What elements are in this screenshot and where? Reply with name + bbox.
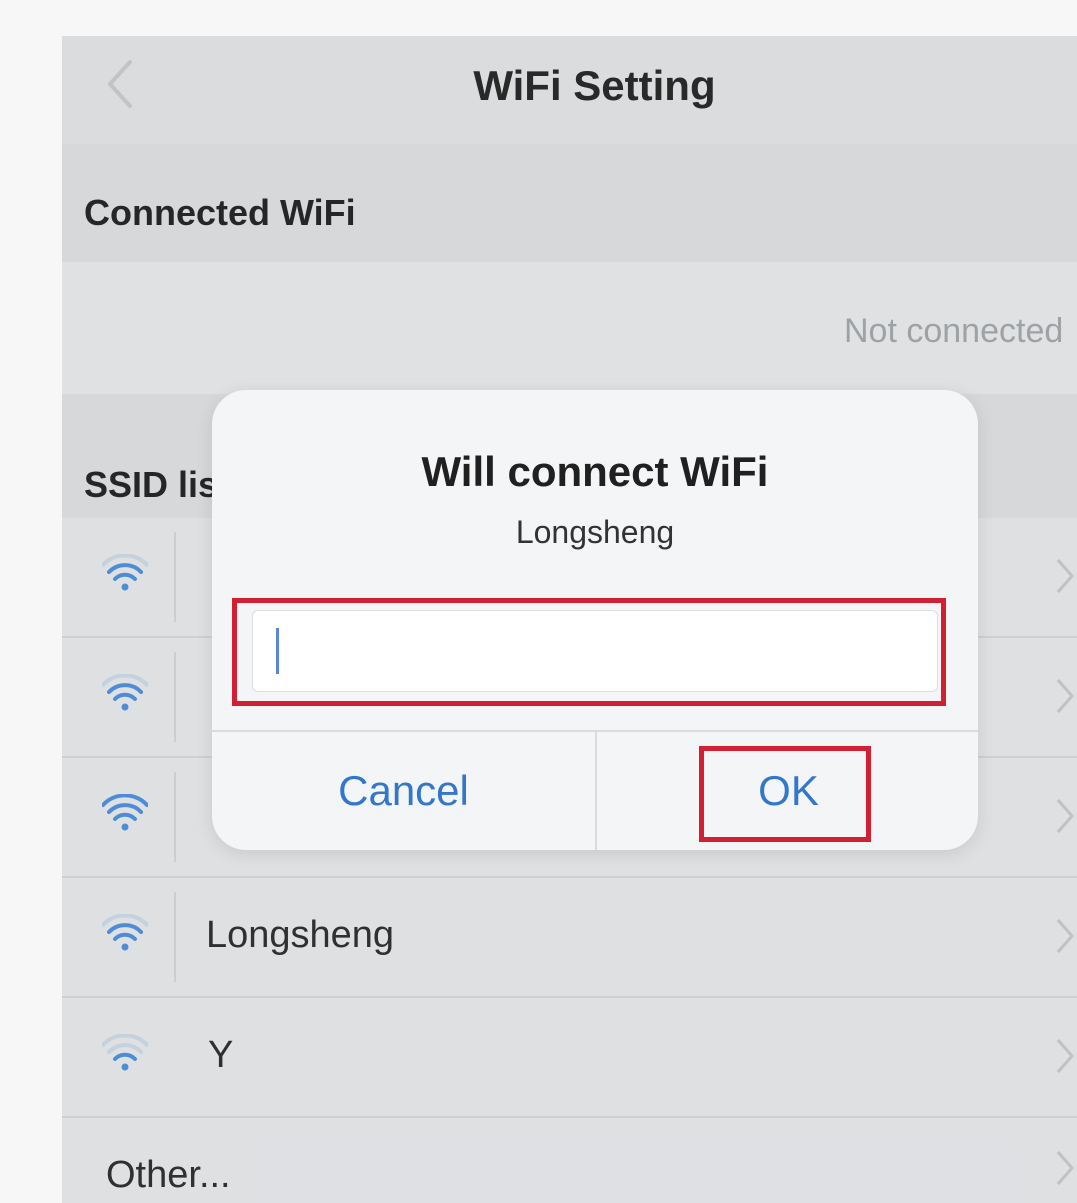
password-input[interactable] bbox=[252, 610, 938, 692]
text-caret bbox=[276, 628, 279, 674]
cancel-button[interactable]: Cancel bbox=[212, 732, 595, 850]
dialog-title: Will connect WiFi bbox=[421, 448, 769, 495]
connect-wifi-dialog: Will connect WiFi Longsheng Cancel OK bbox=[212, 390, 978, 850]
dialog-ssid-name: Longsheng bbox=[515, 514, 675, 550]
ok-button-highlight bbox=[699, 746, 871, 842]
